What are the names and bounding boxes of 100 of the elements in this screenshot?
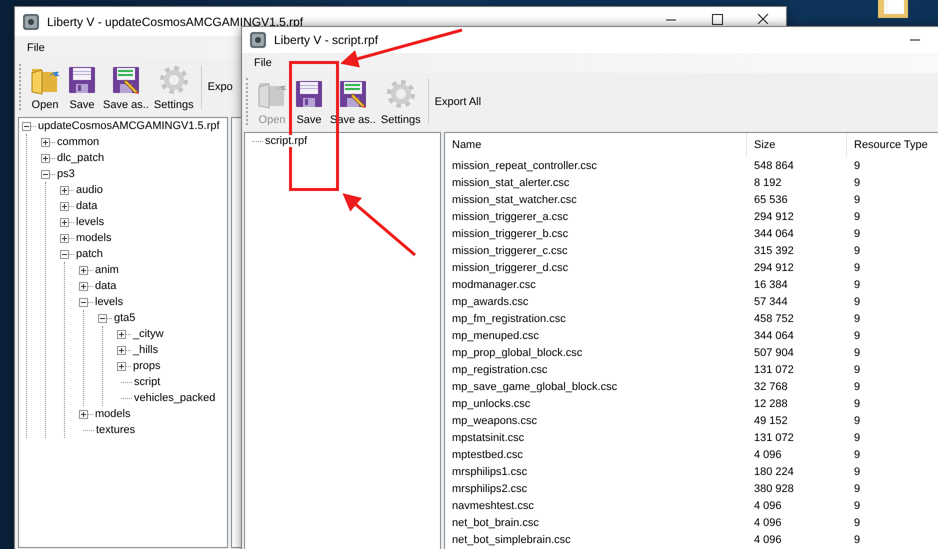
table-cell-text: 344 064 [753,228,795,240]
table-cell-text: 9 [853,432,862,444]
toolbar-button[interactable]: Save [291,76,327,127]
expand-icon[interactable] [60,234,69,242]
table-cell-text: 9 [853,296,862,308]
table-cell-text: mp_menuped.csc [451,330,540,342]
table-cell-text: 9 [853,244,862,256]
table-cell-text: 9 [853,312,862,324]
toolbar-button[interactable]: Save as.. [101,62,151,112]
table-cell-text: 9 [853,516,862,528]
app-icon [249,31,267,49]
tree-item[interactable]: data [75,200,98,212]
table-cell-text: 16 384 [753,278,789,290]
table-cell-text: 9 [853,364,862,376]
tree-item[interactable]: props [132,360,162,372]
expand-icon[interactable] [117,330,126,338]
expand-icon[interactable] [79,282,88,290]
toolbar-button[interactable]: Settings [378,76,423,127]
table-cell-text: 9 [853,262,862,274]
app-icon [22,12,40,30]
tree-item[interactable]: updateCosmosAMCGAMINGV1.5.rpf [37,120,221,132]
tree-item[interactable]: vehicles_packed [133,392,216,404]
table-cell-text: 12 288 [753,398,789,410]
expand-icon[interactable] [41,154,50,162]
table-cell-text: mission_stat_alerter.csc [451,176,570,188]
table-cell-text: 32 768 [753,380,789,392]
expand-icon[interactable] [60,202,69,210]
tree-item[interactable]: patch [75,248,104,260]
table-cell-text: 9 [853,194,862,206]
toolbar-button[interactable]: Export All [434,96,482,108]
table-cell-text: 9 [853,414,862,426]
table-cell-text: 548 864 [753,160,795,172]
collapse-icon[interactable] [98,314,107,322]
table-cell-text: 4 096 [753,448,783,460]
table-cell-text: mission_triggerer_c.csc [451,244,569,256]
expand-icon[interactable] [79,266,88,274]
tree-item[interactable]: script.rpf [264,135,308,147]
tree-item[interactable]: audio [75,184,104,196]
table-cell-text: mp_prop_global_block.csc [451,346,584,358]
toolbar-button[interactable]: Settings [152,62,196,112]
tree-item[interactable]: _cityw [132,328,165,340]
folder-icon [876,0,910,18]
expand-icon[interactable] [41,138,50,146]
tree-item[interactable]: models [75,232,112,244]
table-cell-text: mpstatsinit.csc [451,432,526,444]
tree-item[interactable]: _hills [132,344,160,356]
collapse-icon[interactable] [41,170,50,178]
menu-item[interactable]: File [21,40,51,56]
table-cell-text: 8 192 [753,176,783,188]
toolbar-button[interactable]: Save [64,62,100,112]
table-cell-text: 9 [853,380,862,392]
table-cell-text: net_bot_simplebrain.csc [451,534,572,546]
table-cell-text: mission_repeat_controller.csc [451,160,598,172]
table-cell-text: 4 096 [753,500,783,512]
table-cell-text: 344 064 [753,330,795,342]
table-cell-text: 507 904 [753,346,795,358]
collapse-icon[interactable] [22,122,31,130]
menu-item[interactable]: File [248,55,278,71]
tree-item[interactable]: levels [94,296,124,308]
collapse-icon[interactable] [79,298,88,306]
table-cell-text: mrsphilips1.csc [451,466,528,478]
table-cell-text: 9 [853,398,862,410]
table-cell-text: 131 072 [753,364,795,376]
tree-item[interactable]: levels [75,216,106,228]
table-cell-text: mission_triggerer_d.csc [451,262,570,274]
table-cell-text: net_bot_brain.csc [451,516,540,528]
table-cell-text: mp_save_game_global_block.csc [451,380,618,392]
tree-item[interactable]: common [56,136,100,148]
expand-icon[interactable] [117,346,126,354]
table-cell-text: modmanager.csc [451,278,537,290]
tree-item[interactable]: anim [94,264,120,276]
tree-item[interactable]: ps3 [56,168,76,180]
tree-item[interactable]: data [94,280,118,292]
table-cell-text: 380 928 [753,482,795,494]
table-cell-text: mp_unlocks.csc [451,398,532,410]
table-cell-text: navmeshtest.csc [451,500,535,512]
table-cell-text: 9 [853,500,862,512]
expand-icon[interactable] [60,186,69,194]
table-cell-text: 9 [853,534,862,546]
tree-item[interactable]: textures [95,424,136,436]
table-cell-text: 294 912 [753,262,795,274]
toolbar-button[interactable]: Open [27,62,63,112]
table-cell-text: mrsphilips2.csc [451,482,528,494]
table-cell-text: mptestbed.csc [451,448,524,460]
tree-item[interactable]: models [94,408,132,420]
collapse-icon[interactable] [60,250,69,258]
table-cell-text: 131 072 [753,432,795,444]
expand-icon[interactable] [60,218,69,226]
expand-icon[interactable] [117,362,126,370]
tree-item[interactable]: dlc_patch [56,152,106,164]
table-cell-text: mp_fm_registration.csc [451,312,567,324]
table-cell-text: 9 [853,176,862,188]
expand-icon[interactable] [79,410,88,418]
table-cell-text: mission_triggerer_a.csc [451,210,570,222]
tree-item[interactable]: gta5 [113,312,136,324]
table-cell-text: 9 [853,210,862,222]
tree-item[interactable]: script [133,376,162,388]
table-cell-text: 4 096 [753,516,783,528]
toolbar-button[interactable]: Expo [206,81,234,93]
table-cell-text: 458 752 [753,312,795,324]
